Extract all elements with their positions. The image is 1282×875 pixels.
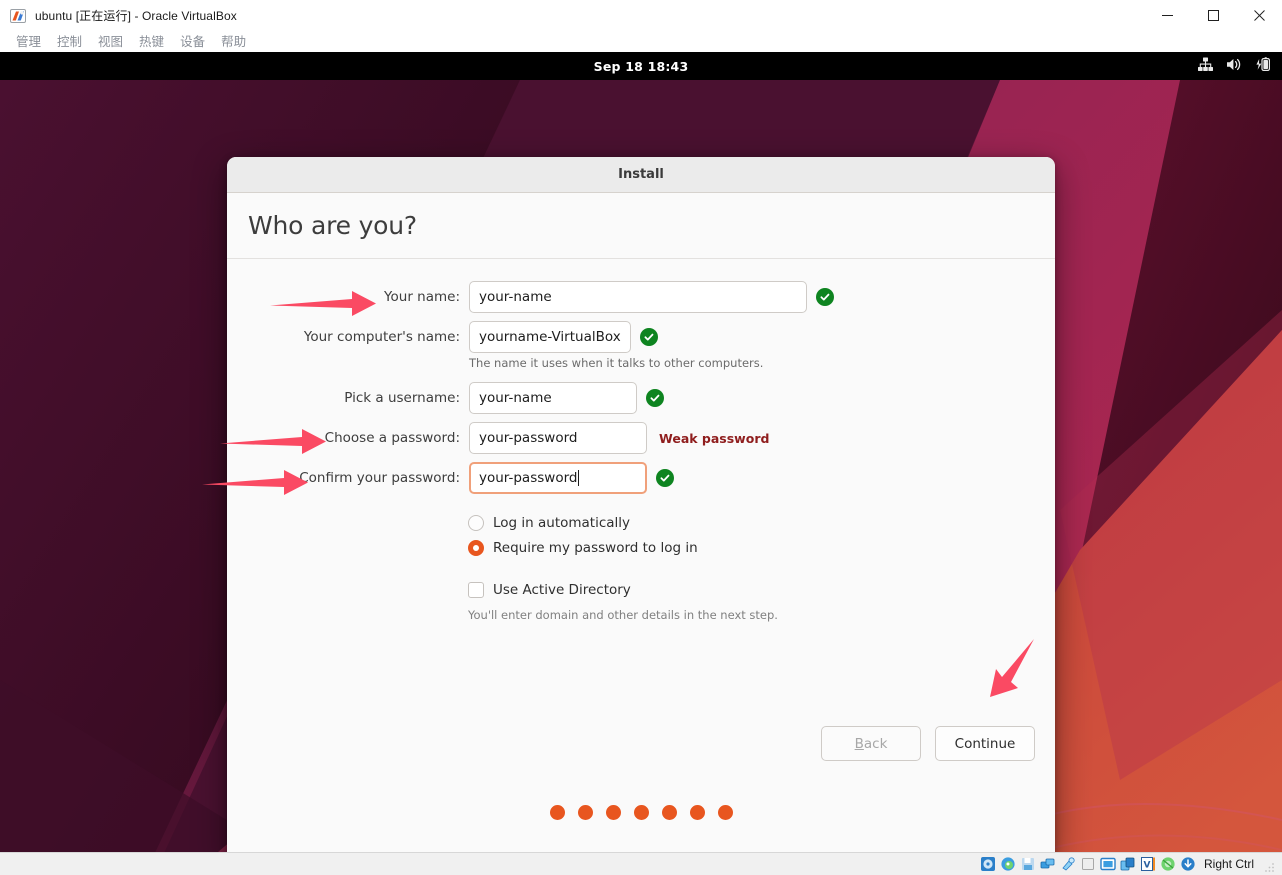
maximize-button[interactable] [1190,0,1236,31]
radio-log-in-automatically[interactable] [468,514,484,531]
host-statusbar: V Right Ctrl [0,852,1282,875]
computer-name-valid-icon [639,328,658,346]
password-strength-label: Weak password [659,430,770,446]
install-dialog-title: Install [618,167,664,182]
menu-view[interactable]: 视图 [90,31,131,52]
menu-devices[interactable]: 设备 [172,31,213,52]
your-name-input[interactable]: your-name [469,281,807,313]
field-computer-name-row: yourname-VirtualBox The name it uses whe… [469,321,1055,370]
back-button-mnemonic: B [854,735,864,752]
dialog-button-row: Back Continue [821,726,1035,761]
menu-manage[interactable]: 管理 [8,31,49,52]
confirm-password-input[interactable]: your-password [469,462,647,494]
back-button-rest: ack [863,735,888,752]
page-title: Who are you? [248,211,417,240]
network-icon[interactable] [1040,856,1056,872]
computer-name-helper: The name it uses when it talks to other … [469,356,764,370]
recording-icon[interactable] [1120,856,1136,872]
close-button[interactable] [1236,0,1282,31]
shared-folders-icon[interactable] [1080,856,1096,872]
username-input[interactable]: your-name [469,382,637,414]
keyboard-icon[interactable] [1180,856,1196,872]
usb-icon[interactable] [1060,856,1076,872]
minimize-button[interactable] [1144,0,1190,31]
host-key-label: Right Ctrl [1203,857,1254,871]
host-menubar: 管理 控制 视图 热键 设备 帮助 [0,31,1282,52]
progress-dot [633,805,649,820]
install-dialog: Install Who are you? Your name: your-nam… [227,157,1055,852]
active-directory-group: Use Active Directory You'll enter domain… [468,577,1055,622]
optical-disk-icon[interactable] [1000,856,1016,872]
label-confirm-password: Confirm your password: [299,470,460,486]
system-tray[interactable] [1197,52,1272,80]
label-username: Pick a username: [344,390,460,406]
progress-dot [577,805,593,820]
host-window-title: ubuntu [正在运行] - Oracle VirtualBox [35,9,237,23]
progress-dot [549,805,565,820]
text-caret [578,470,580,486]
option-use-active-directory[interactable]: Use Active Directory [468,577,1055,602]
label-computer-name: Your computer's name: [303,329,460,345]
login-options-group: Log in automatically Require my password… [227,510,1055,622]
field-your-name-row: your-name [469,281,1055,313]
username-valid-icon [646,389,664,407]
progress-dot [689,805,705,820]
checkbox-use-active-directory[interactable] [468,581,484,598]
radio-require-password[interactable] [468,539,484,556]
network-wired-icon [1197,56,1214,76]
host-titlebar: ubuntu [正在运行] - Oracle VirtualBox [0,0,1282,31]
option-require-password[interactable]: Require my password to log in [468,535,1055,560]
password-input[interactable]: your-password [469,422,647,454]
progress-dot [605,805,621,820]
progress-dot [717,805,733,820]
label-require-password: Require my password to log in [493,539,698,556]
user-form: Your name: your-name Your computer's nam… [227,281,1055,494]
resize-grip[interactable] [1264,858,1276,872]
confirm-password-value: your-password [479,470,578,486]
computer-name-input[interactable]: yourname-VirtualBox [469,321,631,353]
progress-dots [227,805,1055,820]
back-button[interactable]: Back [821,726,921,761]
guest-screen[interactable]: Sep 18 18:43 Install Who are you? Your n… [0,52,1282,852]
install-dialog-header: Who are you? [227,193,1055,259]
display-icon[interactable] [1100,856,1116,872]
volume-icon [1225,56,1243,76]
field-confirm-password-row: your-password [469,462,1055,494]
mouse-integration-icon[interactable] [1160,856,1176,872]
menu-control[interactable]: 控制 [49,31,90,52]
label-use-active-directory: Use Active Directory [493,581,631,598]
active-directory-helper: You'll enter domain and other details in… [468,608,778,622]
field-password-row: your-password Weak password [469,422,1055,454]
label-your-name: Your name: [384,289,460,305]
virtualbox-icon [10,8,26,24]
install-dialog-body: Your name: your-name Your computer's nam… [227,259,1055,852]
window-controls [1144,0,1282,31]
floppy-disk-icon[interactable] [1020,856,1036,872]
virtualbox-window: ubuntu [正在运行] - Oracle VirtualBox 管理 控制 … [0,0,1282,875]
label-password: Choose a password: [324,430,460,446]
virtualization-icon[interactable]: V [1140,856,1156,872]
continue-button[interactable]: Continue [935,726,1035,761]
gnome-top-panel: Sep 18 18:43 [0,52,1282,80]
confirm-password-valid-icon [656,469,674,487]
battery-icon [1254,56,1272,76]
option-log-in-automatically[interactable]: Log in automatically [468,510,1055,535]
your-name-valid-icon [816,288,834,306]
field-username-row: your-name [469,382,1055,414]
clock[interactable]: Sep 18 18:43 [594,59,689,74]
label-log-in-automatically: Log in automatically [493,514,631,531]
menu-hotkey[interactable]: 热键 [131,31,172,52]
progress-dot [661,805,677,820]
install-dialog-titlebar: Install [227,157,1055,193]
menu-help[interactable]: 帮助 [213,31,254,52]
hard-disk-icon[interactable] [980,856,996,872]
svg-text:V: V [1144,861,1151,871]
